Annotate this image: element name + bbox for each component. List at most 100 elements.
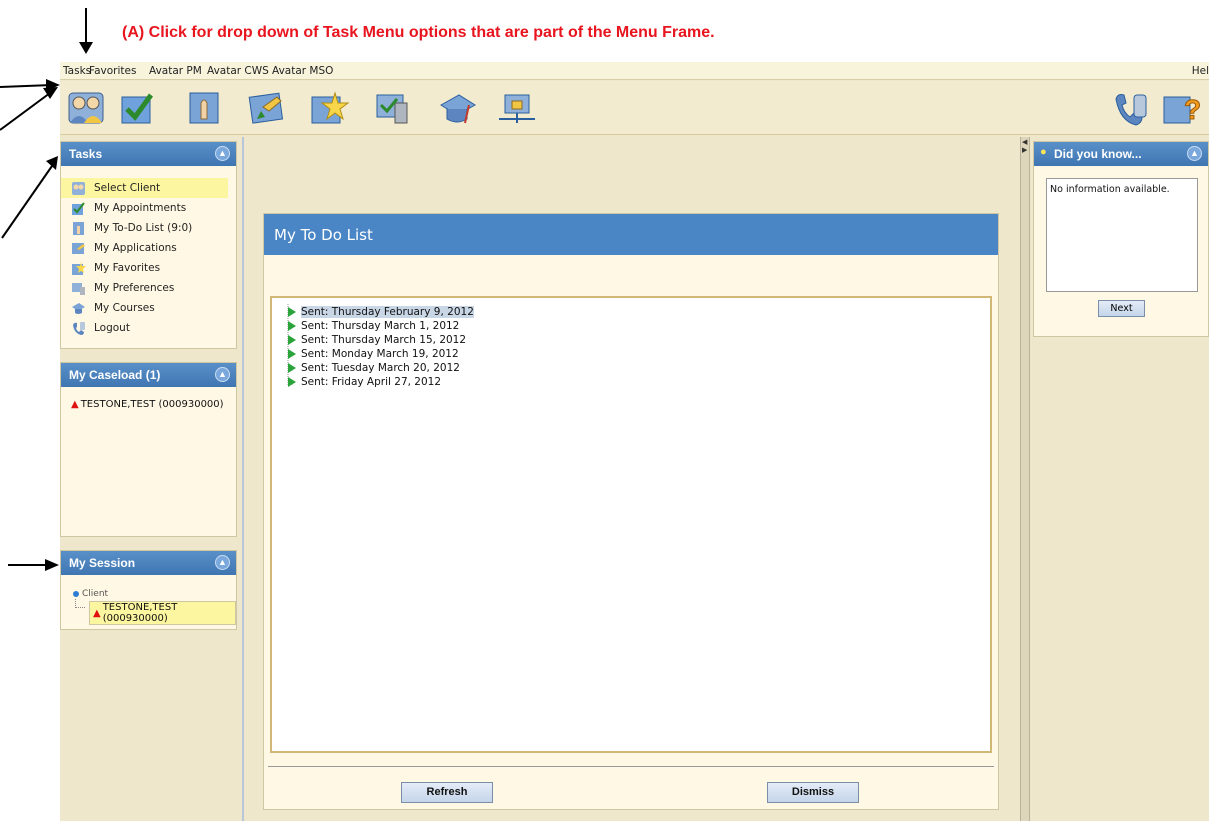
play-icon bbox=[288, 335, 296, 345]
annotation-banner: (A) Click for drop down of Task Menu opt… bbox=[0, 0, 1209, 62]
play-icon bbox=[288, 377, 296, 387]
caseload-client[interactable]: ▲ TESTONE,TEST (000930000) bbox=[61, 387, 236, 410]
dismiss-button[interactable]: Dismiss bbox=[767, 782, 859, 803]
applications-icon bbox=[72, 242, 85, 254]
task-label: Logout bbox=[94, 322, 130, 334]
session-client-label: TESTONE,TEST (000930000) bbox=[102, 602, 178, 624]
task-my-todo-list[interactable]: My To-Do List (9:0) bbox=[61, 218, 236, 238]
list-item[interactable]: Sent: Thursday March 1, 2012 bbox=[288, 319, 459, 333]
play-icon bbox=[288, 307, 296, 317]
annotation-margin bbox=[0, 60, 60, 821]
task-my-applications[interactable]: My Applications bbox=[61, 238, 236, 258]
todo-item-label: Sent: Thursday February 9, 2012 bbox=[301, 306, 474, 318]
left-pane: Tasks ▲ Select Client My Appointments My… bbox=[60, 137, 242, 821]
task-label: My Courses bbox=[94, 302, 155, 314]
app-window: Tasks Favorites Avatar PM Avatar CWS Ava… bbox=[60, 62, 1209, 821]
task-my-courses[interactable]: My Courses bbox=[61, 298, 236, 318]
did-you-know-panel: ● Did you know... ▲ No information avail… bbox=[1033, 141, 1209, 337]
applications-icon[interactable] bbox=[247, 89, 287, 127]
todo-item-label: Sent: Monday March 19, 2012 bbox=[301, 348, 459, 360]
menu-tasks[interactable]: Tasks bbox=[63, 65, 91, 77]
play-icon bbox=[288, 363, 296, 373]
caseload-client-label: TESTONE,TEST (000930000) bbox=[80, 399, 224, 410]
svg-text:?: ? bbox=[1184, 94, 1200, 125]
menu-favorites[interactable]: Favorites bbox=[89, 65, 136, 77]
todo-list-icon bbox=[73, 221, 84, 235]
task-my-preferences[interactable]: My Preferences bbox=[61, 278, 236, 298]
favorites-icon bbox=[72, 261, 86, 275]
collapse-icon[interactable]: ▲ bbox=[215, 367, 230, 382]
session-node-label: Client bbox=[82, 589, 109, 599]
did-you-know-text: No information available. bbox=[1046, 178, 1198, 292]
session-client[interactable]: ▲ TESTONE,TEST (000930000) bbox=[89, 601, 236, 625]
collapse-arrows-icon[interactable]: ◀ ▶ bbox=[1022, 139, 1027, 155]
caseload-panel: My Caseload (1) ▲ ▲ TESTONE,TEST (000930… bbox=[60, 362, 237, 537]
list-item[interactable]: Sent: Thursday February 9, 2012 bbox=[288, 305, 474, 319]
task-label: My Preferences bbox=[94, 282, 175, 294]
todo-item-label: Sent: Thursday March 1, 2012 bbox=[301, 320, 460, 332]
task-label: My Favorites bbox=[94, 262, 161, 274]
menu-avatar-pm[interactable]: Avatar PM bbox=[149, 65, 202, 77]
help-icon[interactable]: ? bbox=[1160, 89, 1200, 127]
collapse-icon[interactable]: ▲ bbox=[215, 146, 230, 161]
todo-list-icon[interactable] bbox=[184, 89, 224, 127]
task-my-favorites[interactable]: My Favorites bbox=[61, 258, 236, 278]
menu-help[interactable]: Hel bbox=[1192, 65, 1209, 77]
todo-list[interactable]: Sent: Thursday February 9, 2012 Sent: Th… bbox=[270, 296, 992, 753]
session-panel-title: My Session bbox=[69, 556, 136, 570]
divider bbox=[268, 766, 994, 767]
alert-triangle-icon: ▲ bbox=[71, 399, 79, 410]
session-tree-node[interactable]: Client bbox=[73, 589, 236, 599]
select-client-icon bbox=[72, 181, 85, 195]
task-list: Select Client My Appointments My To-Do L… bbox=[61, 166, 236, 338]
task-label: My Applications bbox=[94, 242, 177, 254]
session-panel-header[interactable]: My Session ▲ bbox=[61, 551, 236, 575]
task-my-appointments[interactable]: My Appointments bbox=[61, 198, 236, 218]
courses-icon[interactable] bbox=[437, 89, 477, 127]
task-select-client[interactable]: Select Client bbox=[61, 178, 228, 198]
menu-bar: Tasks Favorites Avatar PM Avatar CWS Ava… bbox=[60, 62, 1209, 80]
session-panel: My Session ▲ Client ▲ TESTONE,TEST (0009… bbox=[60, 550, 237, 630]
caseload-panel-header[interactable]: My Caseload (1) ▲ bbox=[61, 363, 236, 387]
task-label: Select Client bbox=[94, 182, 161, 194]
tree-connector bbox=[75, 599, 85, 608]
refresh-button[interactable]: Refresh bbox=[401, 782, 493, 803]
list-item[interactable]: Sent: Monday March 19, 2012 bbox=[288, 347, 459, 361]
next-button[interactable]: Next bbox=[1098, 300, 1145, 317]
logout-icon[interactable] bbox=[1110, 89, 1150, 127]
select-client-icon[interactable] bbox=[66, 89, 106, 127]
list-item[interactable]: Sent: Friday April 27, 2012 bbox=[288, 375, 441, 389]
menu-avatar-mso[interactable]: Avatar MSO bbox=[272, 65, 333, 77]
todo-item-label: Sent: Friday April 27, 2012 bbox=[301, 376, 442, 388]
task-logout[interactable]: Logout bbox=[61, 318, 236, 338]
todo-item-label: Sent: Thursday March 15, 2012 bbox=[301, 334, 467, 346]
network-icon[interactable] bbox=[497, 89, 537, 127]
tasks-panel-title: Tasks bbox=[69, 147, 103, 161]
annotation-text: (A) Click for drop down of Task Menu opt… bbox=[122, 24, 715, 41]
appointments-icon[interactable] bbox=[117, 89, 157, 127]
lightbulb-icon: ● bbox=[1040, 146, 1047, 158]
did-you-know-header[interactable]: ● Did you know... ▲ bbox=[1034, 142, 1208, 166]
tasks-panel-header[interactable]: Tasks ▲ bbox=[61, 142, 236, 166]
arrow-diagonal-icon bbox=[1, 156, 58, 239]
tasks-panel: Tasks ▲ Select Client My Appointments My… bbox=[60, 141, 237, 349]
list-item[interactable]: Sent: Thursday March 15, 2012 bbox=[288, 333, 466, 347]
play-icon bbox=[288, 321, 296, 331]
favorites-icon[interactable] bbox=[309, 89, 349, 127]
right-pane: ● Did you know... ▲ No information avail… bbox=[1030, 137, 1209, 821]
arrow-down-icon bbox=[79, 8, 93, 54]
did-you-know-title: Did you know... bbox=[1054, 147, 1142, 161]
list-item[interactable]: Sent: Tuesday March 20, 2012 bbox=[288, 361, 460, 375]
toolbar: ? bbox=[60, 81, 1209, 135]
menu-avatar-cws[interactable]: Avatar CWS bbox=[207, 65, 269, 77]
courses-icon bbox=[72, 302, 85, 314]
arrow-right-icon bbox=[8, 559, 59, 571]
collapse-icon[interactable]: ▲ bbox=[1187, 146, 1202, 161]
collapse-icon[interactable]: ▲ bbox=[215, 555, 230, 570]
preferences-icon bbox=[72, 282, 85, 295]
task-label: My To-Do List (9:0) bbox=[94, 222, 193, 234]
logout-icon bbox=[73, 321, 85, 335]
right-splitter[interactable]: ◀ ▶ bbox=[1020, 137, 1030, 821]
preferences-icon[interactable] bbox=[373, 89, 413, 127]
annotation-arrows bbox=[0, 79, 60, 571]
